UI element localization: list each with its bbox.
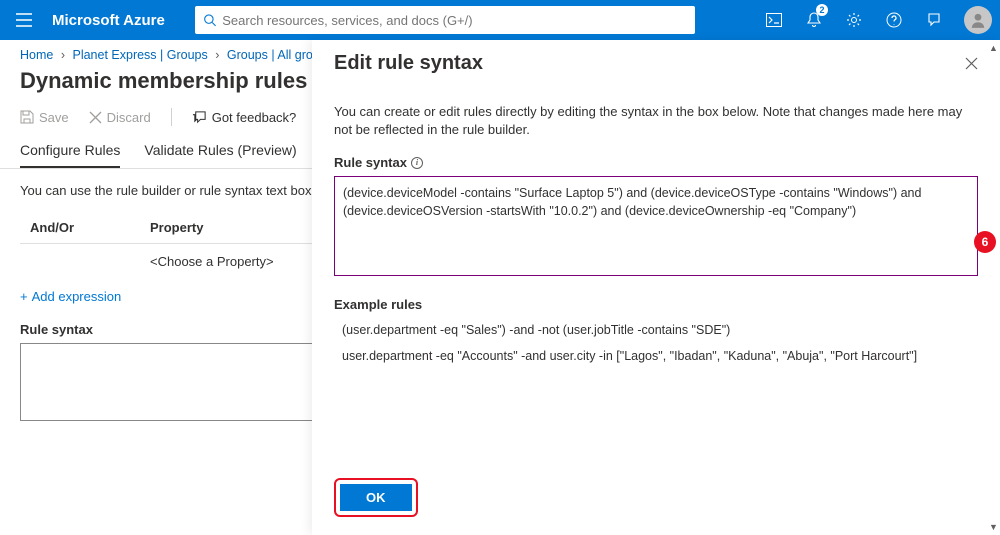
- hamburger-icon: [16, 13, 32, 27]
- chevron-right-icon: ›: [215, 48, 219, 62]
- and-or-cell: [20, 254, 150, 269]
- settings-button[interactable]: [836, 0, 872, 40]
- discard-label: Discard: [107, 110, 151, 125]
- top-icons-group: 2: [756, 0, 992, 40]
- save-button[interactable]: Save: [20, 110, 69, 125]
- gear-icon: [846, 12, 862, 28]
- tab-validate-rules[interactable]: Validate Rules (Preview): [144, 142, 296, 168]
- page-title: Dynamic membership rules: [20, 68, 307, 94]
- sidepanel-title: Edit rule syntax: [334, 52, 483, 75]
- example-rule-1: (user.department -eq "Sales") -and -not …: [342, 322, 978, 340]
- breadcrumb-planet-express-groups[interactable]: Planet Express | Groups: [72, 48, 207, 62]
- example-rule-2: user.department -eq "Accounts" -and user…: [342, 348, 978, 366]
- brand-label[interactable]: Microsoft Azure: [52, 12, 165, 29]
- cloud-shell-button[interactable]: [756, 0, 792, 40]
- hamburger-menu-button[interactable]: [8, 4, 40, 36]
- help-button[interactable]: [876, 0, 912, 40]
- discard-button[interactable]: Discard: [89, 110, 151, 125]
- add-expression-label: Add expression: [32, 289, 122, 304]
- breadcrumb-home[interactable]: Home: [20, 48, 53, 62]
- notifications-button[interactable]: 2: [796, 0, 832, 40]
- got-feedback-button[interactable]: Got feedback?: [192, 110, 297, 125]
- scrollbar[interactable]: ▲ ▼: [987, 40, 1000, 535]
- top-navigation-bar: Microsoft Azure 2: [0, 0, 1000, 40]
- discard-icon: [89, 111, 102, 124]
- ok-button[interactable]: OK: [340, 484, 412, 511]
- edit-rule-syntax-panel: Edit rule syntax You can create or edit …: [312, 40, 1000, 535]
- tab-configure-rules[interactable]: Configure Rules: [20, 142, 120, 168]
- rule-syntax-label-text: Rule syntax: [334, 155, 407, 170]
- scroll-up-arrow-icon[interactable]: ▲: [989, 40, 998, 56]
- chevron-right-icon: ›: [61, 48, 65, 62]
- save-icon: [20, 110, 34, 124]
- cloud-shell-icon: [766, 13, 782, 27]
- sidepanel-footer: OK: [312, 466, 1000, 535]
- sidepanel-body: You can create or edit rules directly by…: [312, 79, 1000, 466]
- info-icon[interactable]: i: [411, 157, 423, 169]
- search-input[interactable]: [222, 13, 687, 28]
- save-label: Save: [39, 110, 69, 125]
- help-icon: [886, 12, 902, 28]
- feedback-icon: [926, 12, 942, 28]
- feedback-icon: [192, 110, 207, 125]
- search-icon: [203, 13, 216, 27]
- feedback-button[interactable]: [916, 0, 952, 40]
- plus-icon: +: [20, 289, 28, 304]
- account-avatar[interactable]: [964, 6, 992, 34]
- sidepanel-header: Edit rule syntax: [312, 40, 1000, 79]
- global-search[interactable]: [195, 6, 695, 34]
- person-icon: [969, 11, 987, 29]
- command-separator: [171, 108, 172, 126]
- scroll-down-arrow-icon[interactable]: ▼: [989, 519, 998, 535]
- notification-badge: 2: [816, 4, 828, 16]
- rule-syntax-textarea[interactable]: [334, 176, 978, 276]
- close-icon: [965, 57, 978, 70]
- close-button[interactable]: [965, 57, 978, 70]
- rule-syntax-field-label: Rule syntax i: [334, 155, 978, 170]
- got-feedback-label: Got feedback?: [212, 110, 297, 125]
- ok-button-highlight: OK: [334, 478, 418, 517]
- example-rules-label: Example rules: [334, 297, 978, 312]
- column-and-or: And/Or: [20, 220, 150, 235]
- sidepanel-description: You can create or edit rules directly by…: [334, 103, 978, 139]
